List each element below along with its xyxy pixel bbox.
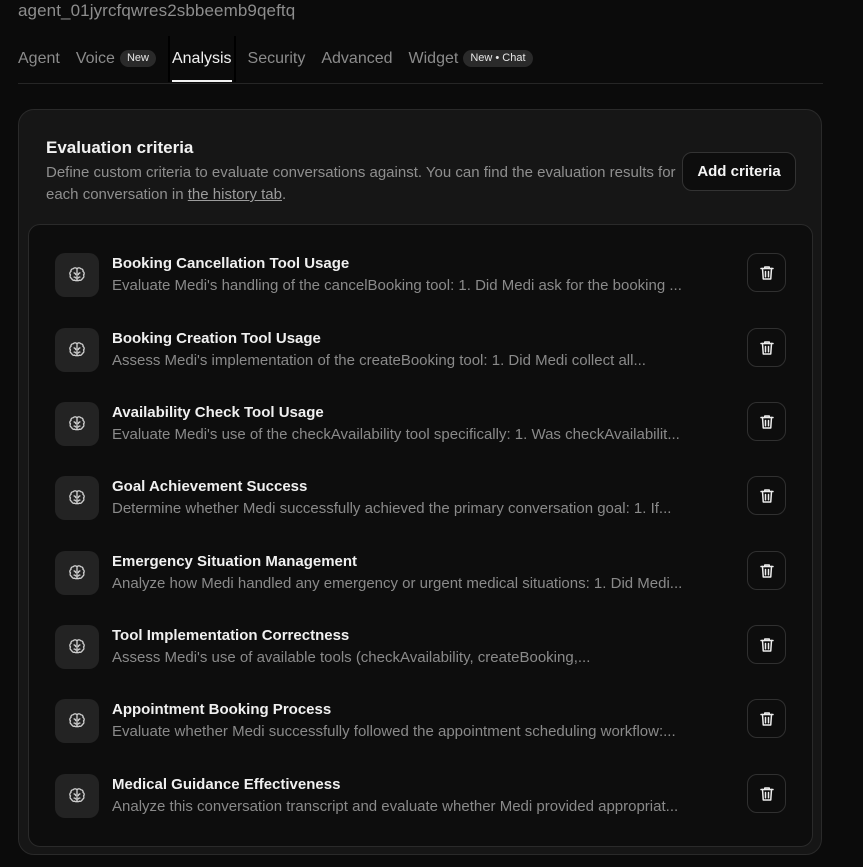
new-chat-badge: New • Chat [463, 50, 533, 67]
criteria-description: Assess Medi's implementation of the crea… [112, 352, 646, 369]
criteria-description: Analyze how Medi handled any emergency o… [112, 575, 683, 592]
brain-icon [55, 774, 99, 818]
criteria-item-emergency-situation[interactable]: Emergency Situation Management Analyze h… [29, 546, 812, 602]
tab-agent-label: Agent [18, 49, 60, 67]
criteria-name: Availability Check Tool Usage [112, 404, 324, 421]
trash-icon [759, 786, 774, 801]
criteria-description: Evaluate whether Medi successfully follo… [112, 723, 676, 740]
history-tab-link[interactable]: the history tab [188, 186, 282, 203]
criteria-name: Booking Creation Tool Usage [112, 330, 321, 347]
criteria-list: Booking Cancellation Tool Usage Evaluate… [28, 224, 813, 847]
delete-criteria-button[interactable] [747, 476, 786, 515]
brain-icon [55, 551, 99, 595]
trash-icon [759, 563, 774, 578]
criteria-description: Determine whether Medi successfully achi… [112, 500, 672, 517]
criteria-item-goal-achievement[interactable]: Goal Achievement Success Determine wheth… [29, 471, 812, 527]
criteria-item-booking-cancellation[interactable]: Booking Cancellation Tool Usage Evaluate… [29, 248, 812, 304]
delete-criteria-button[interactable] [747, 699, 786, 738]
criteria-description: Evaluate Medi's use of the checkAvailabi… [112, 426, 680, 443]
delete-criteria-button[interactable] [747, 625, 786, 664]
tab-analysis[interactable]: Analysis [167, 36, 236, 82]
criteria-description: Evaluate Medi's handling of the cancelBo… [112, 277, 682, 294]
criteria-item-booking-creation[interactable]: Booking Creation Tool Usage Assess Medi'… [29, 323, 812, 379]
evaluation-criteria-panel: Evaluation criteria Define custom criter… [18, 109, 822, 855]
delete-criteria-button[interactable] [747, 253, 786, 292]
tab-analysis-label: Analysis [171, 50, 232, 67]
tab-bar: Agent Voice New Analysis Security Advanc… [18, 36, 823, 84]
tab-voice-label: Voice [75, 49, 115, 67]
criteria-item-availability-check[interactable]: Availability Check Tool Usage Evaluate M… [29, 397, 812, 453]
brain-icon [55, 476, 99, 520]
brain-icon [55, 328, 99, 372]
trash-icon [759, 711, 774, 726]
criteria-item-tool-implementation[interactable]: Tool Implementation Correctness Assess M… [29, 620, 812, 676]
delete-criteria-button[interactable] [747, 774, 786, 813]
criteria-name: Emergency Situation Management [112, 553, 358, 570]
trash-icon [759, 637, 774, 652]
description-text: Define custom criteria to evaluate conve… [46, 164, 676, 203]
trash-icon [759, 414, 774, 429]
tab-agent[interactable]: Agent [18, 36, 60, 82]
tab-advanced[interactable]: Advanced [321, 36, 392, 82]
tab-widget-label: Widget [408, 49, 459, 67]
brain-icon [55, 699, 99, 743]
criteria-name: Appointment Booking Process [112, 701, 332, 718]
description-end: . [281, 186, 287, 203]
delete-criteria-button[interactable] [747, 402, 786, 441]
criteria-item-medical-guidance[interactable]: Medical Guidance Effectiveness Analyze t… [29, 769, 812, 825]
brain-icon [55, 402, 99, 446]
evaluation-criteria-description: Define custom criteria to evaluate conve… [46, 162, 676, 206]
tab-voice[interactable]: Voice New [76, 36, 156, 82]
criteria-name: Goal Achievement Success [112, 478, 308, 495]
trash-icon [759, 265, 774, 280]
new-badge: New [119, 50, 156, 67]
add-criteria-button[interactable]: Add criteria [682, 152, 796, 191]
delete-criteria-button[interactable] [747, 551, 786, 590]
evaluation-criteria-title: Evaluation criteria [46, 138, 194, 157]
criteria-name: Tool Implementation Correctness [112, 627, 350, 644]
brain-icon [55, 253, 99, 297]
brain-icon [55, 625, 99, 669]
criteria-description: Assess Medi's use of available tools (ch… [112, 649, 591, 666]
agent-id: agent_01jyrcfqwres2sbbeemb9qeftq [18, 1, 296, 20]
trash-icon [759, 340, 774, 355]
trash-icon [759, 488, 774, 503]
tab-widget[interactable]: Widget New • Chat [409, 36, 533, 82]
tab-security[interactable]: Security [248, 36, 306, 82]
delete-criteria-button[interactable] [747, 328, 786, 367]
criteria-name: Booking Cancellation Tool Usage [112, 255, 350, 272]
tab-security-label: Security [247, 49, 306, 67]
criteria-item-appointment-booking[interactable]: Appointment Booking Process Evaluate whe… [29, 694, 812, 750]
criteria-description: Analyze this conversation transcript and… [112, 798, 679, 815]
tab-advanced-label: Advanced [321, 49, 393, 67]
criteria-name: Medical Guidance Effectiveness [112, 776, 341, 793]
